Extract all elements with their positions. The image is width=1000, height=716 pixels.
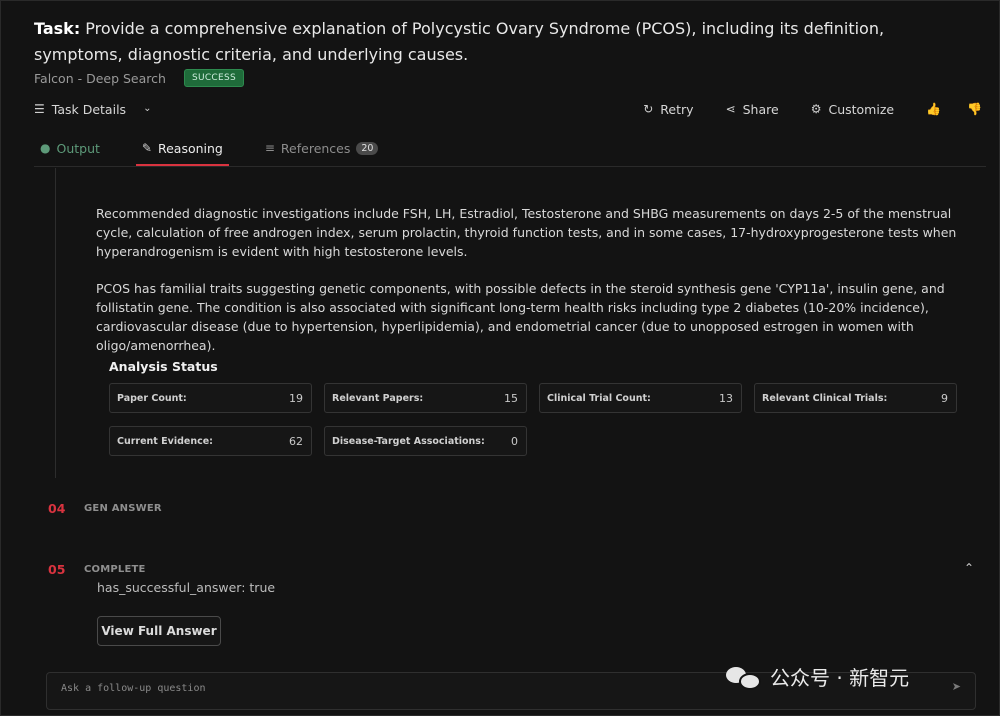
tab-references-label: References <box>280 140 351 156</box>
chevron-up-icon[interactable]: ⌃ <box>964 561 974 575</box>
step-gen-answer: 04 GEN ANSWER <box>48 501 162 516</box>
step-label: GEN ANSWER <box>84 503 162 514</box>
tab-output[interactable]: ● Output <box>34 132 106 164</box>
stat-label: Relevant Papers: <box>332 392 424 404</box>
bulb-icon: ● <box>40 141 51 155</box>
customize-button[interactable]: ⚙ Customize <box>811 102 894 117</box>
stat-label: Disease-Target Associations: <box>332 435 485 447</box>
stat-card: Relevant Clinical Trials: 9 <box>754 383 957 413</box>
thumbs-up-icon[interactable]: 👍 <box>926 103 941 115</box>
timeline-line <box>55 168 56 478</box>
share-button[interactable]: ⋖ Share <box>726 102 779 117</box>
tab-reasoning-label: Reasoning <box>157 140 223 156</box>
stat-value: 9 <box>941 391 948 405</box>
watermark-text: 公众号 · 新智元 <box>770 666 910 690</box>
retry-label: Retry <box>660 101 694 117</box>
list-icon: ☰ <box>34 102 45 116</box>
thumbs-down-icon[interactable]: 👎 <box>967 103 982 115</box>
stat-card: Clinical Trial Count: 13 <box>539 383 742 413</box>
stat-card: Disease-Target Associations: 0 <box>324 426 527 456</box>
stat-card: Current Evidence: 62 <box>109 426 312 456</box>
task-text: Provide a comprehensive explanation of P… <box>34 19 885 64</box>
watermark: 公众号 · 新智元 <box>726 662 909 691</box>
list-icon: ≡ <box>264 141 275 155</box>
stat-value: 62 <box>289 434 303 448</box>
tab-references[interactable]: ≡ References 20 <box>259 132 385 164</box>
analysis-status-title: Analysis Status <box>109 359 218 374</box>
send-icon[interactable]: ➤ <box>952 680 961 693</box>
tab-output-label: Output <box>56 140 100 156</box>
task-details-toggle[interactable]: ☰ Task Details ⌄ <box>34 102 151 117</box>
references-count-badge: 20 <box>356 141 379 155</box>
step-number: 04 <box>48 501 66 516</box>
stat-value: 13 <box>719 391 733 405</box>
wechat-logo-icon <box>726 664 762 690</box>
reasoning-paragraph: PCOS has familial traits suggesting gene… <box>96 281 945 353</box>
stat-label: Current Evidence: <box>117 435 213 447</box>
task-subline: Falcon - Deep Search SUCCESS <box>34 69 245 87</box>
stat-label: Relevant Clinical Trials: <box>762 392 888 404</box>
step-number: 05 <box>48 562 66 577</box>
view-full-answer-button[interactable]: View Full Answer <box>97 616 221 646</box>
retry-button[interactable]: ↻ Retry <box>643 102 693 117</box>
agent-name: Falcon - Deep Search <box>34 70 166 86</box>
stat-card: Relevant Papers: 15 <box>324 383 527 413</box>
stat-value: 0 <box>511 434 518 448</box>
refresh-icon: ↻ <box>643 102 654 116</box>
step-label: COMPLETE <box>84 564 146 575</box>
stat-card: Paper Count: 19 <box>109 383 312 413</box>
share-icon: ⋖ <box>725 102 736 116</box>
status-badge: SUCCESS <box>183 69 245 87</box>
reasoning-paragraph: Recommended diagnostic investigations in… <box>96 206 957 259</box>
task-title: Task: Provide a comprehensive explanatio… <box>34 16 964 68</box>
toolbar: ☰ Task Details ⌄ ↻ Retry ⋖ Share ⚙ Custo… <box>34 98 982 120</box>
tab-reasoning[interactable]: ✎ Reasoning <box>135 132 229 166</box>
task-prefix: Task: <box>34 19 81 38</box>
stat-label: Paper Count: <box>117 392 187 404</box>
gear-icon: ⚙ <box>810 102 822 116</box>
analysis-stats-grid: Paper Count: 19 Relevant Papers: 15 Clinic… <box>109 383 957 456</box>
stat-value: 15 <box>504 391 518 405</box>
customize-label: Customize <box>828 101 895 117</box>
chevron-down-icon: ⌄ <box>143 103 152 114</box>
stat-label: Clinical Trial Count: <box>547 392 651 404</box>
share-label: Share <box>742 101 779 117</box>
sparkle-icon: ✎ <box>141 141 152 155</box>
tab-bar: ● Output ✎ Reasoning ≡ References 20 <box>34 132 986 167</box>
success-flag-text: has_successful_answer: true <box>97 580 276 595</box>
stat-value: 19 <box>289 391 303 405</box>
step-complete[interactable]: 05 COMPLETE <box>48 562 146 577</box>
task-details-label: Task Details <box>51 101 127 117</box>
